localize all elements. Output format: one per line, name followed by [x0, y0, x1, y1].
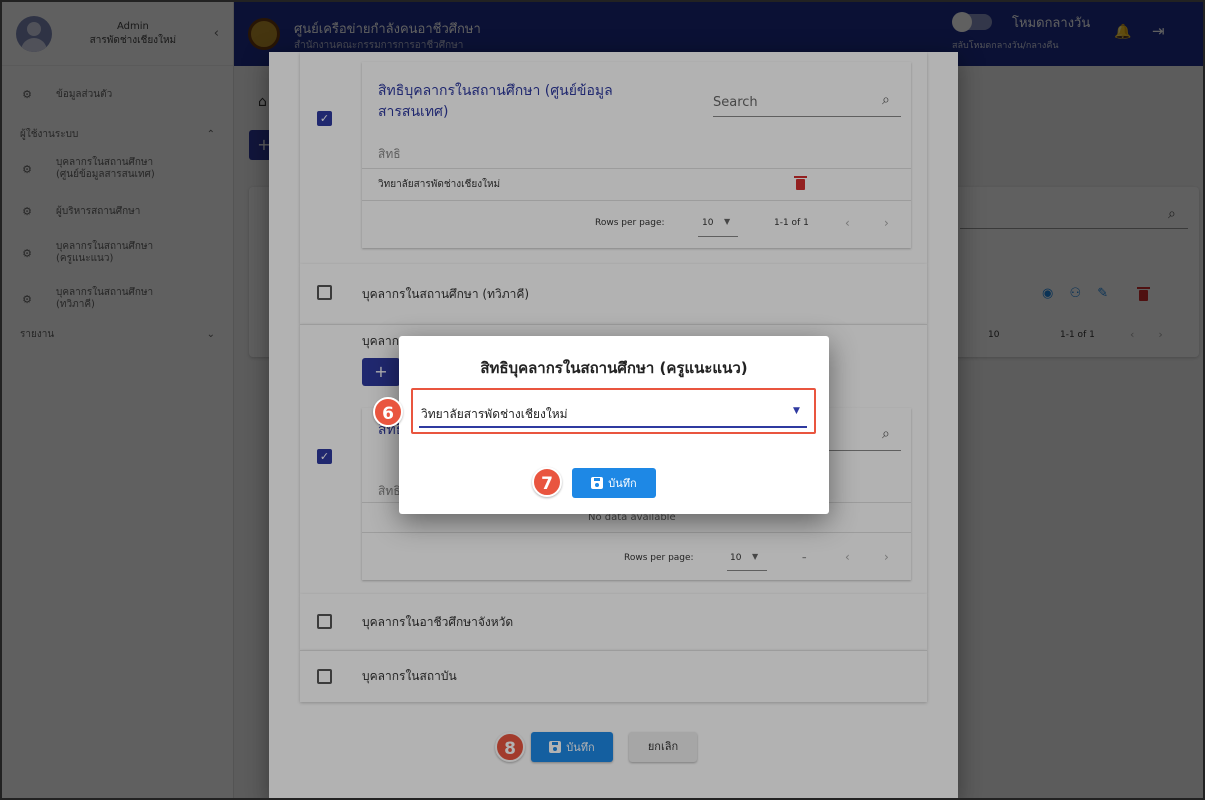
step-badge: 7 — [532, 467, 562, 497]
selected-institution: วิทยาลัยสารพัดช่างเชียงใหม่ — [421, 407, 568, 421]
popup-title: สิทธิบุคลากรในสถานศึกษา (ครูแนะแนว) — [480, 359, 748, 377]
popup-save-button[interactable]: บันทึก — [572, 468, 656, 498]
institution-select[interactable]: วิทยาลัยสารพัดช่างเชียงใหม่ ▼ — [411, 388, 816, 434]
app-window: Admin สารพัดช่างเชียงใหม่ ‹ ⚙ ข้อมูลส่วน… — [0, 0, 1205, 800]
save-button-label: บันทึก — [608, 477, 637, 490]
save-icon — [591, 477, 604, 489]
guidance-permission-popup: สิทธิบุคลากรในสถานศึกษา (ครูแนะแนว) วิทย… — [399, 336, 829, 514]
step-badge: 6 — [373, 397, 403, 427]
caret-down-icon: ▼ — [793, 406, 800, 416]
